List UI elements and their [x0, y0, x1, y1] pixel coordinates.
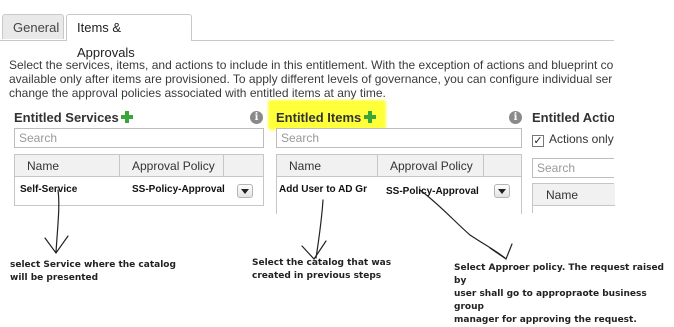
note-line: user shall go to appropraote business gr… [454, 289, 647, 312]
arrow-line [55, 189, 60, 253]
items-note: Select the catalog that was created in p… [252, 257, 391, 283]
services-note: select Service where the catalog will be… [10, 259, 176, 285]
note-line: will be presented [10, 273, 99, 283]
note-line: Select Approer policy. The request raise… [454, 263, 664, 286]
note-line: select Service where the catalog [10, 260, 176, 270]
note-line: created in previous steps [252, 271, 382, 281]
arrow-line [315, 199, 324, 259]
note-line: manager for approving the request. [454, 315, 637, 325]
arrowhead [489, 243, 513, 260]
note-line: Select the catalog that was [252, 258, 392, 268]
arrow-line [419, 189, 506, 259]
policy-note: Select Approer policy. The request raise… [454, 262, 674, 327]
